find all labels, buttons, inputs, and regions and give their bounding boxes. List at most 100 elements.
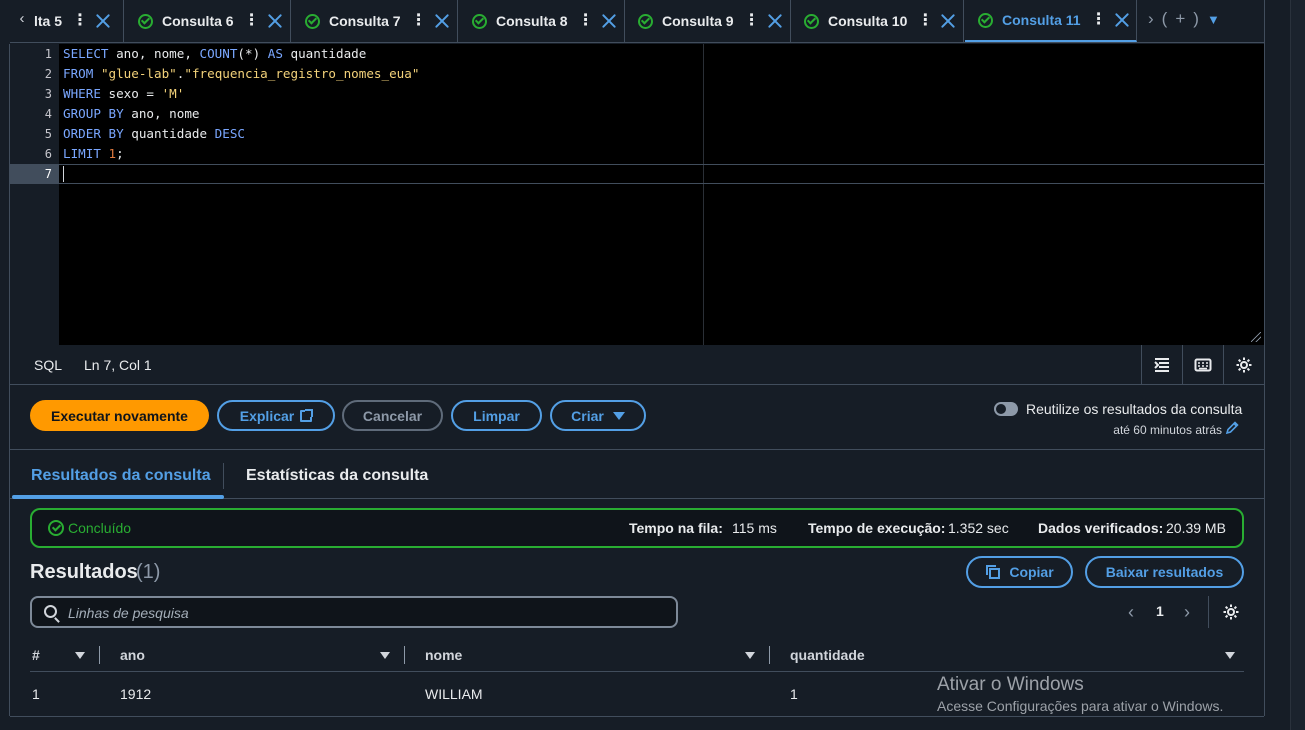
more-vertical-icon[interactable]: ⋮: [578, 13, 594, 29]
reuse-results-toggle[interactable]: [994, 402, 1018, 416]
column-divider[interactable]: [769, 646, 770, 664]
create-button-label: Criar: [571, 407, 604, 424]
code-line-5: ORDER BY quantidade DESC: [63, 126, 246, 141]
cancel-button[interactable]: Cancelar: [342, 400, 443, 431]
close-icon[interactable]: [941, 14, 955, 28]
column-header-ano[interactable]: ano: [120, 647, 145, 663]
chevron-left-icon[interactable]: ‹: [14, 8, 30, 30]
resize-handle-icon[interactable]: [1251, 332, 1261, 342]
status-text: Concluído: [68, 520, 132, 536]
check-circle-icon: [978, 12, 993, 28]
more-vertical-icon[interactable]: ⋮: [744, 13, 760, 29]
cell-ano: 1912: [120, 686, 152, 702]
caret-down-icon: [612, 411, 625, 420]
active-tab-indicator: [12, 495, 224, 499]
tab-label: Consulta 6: [162, 13, 234, 29]
copy-button-label: Copiar: [1009, 564, 1054, 580]
tab-consulta-9[interactable]: Consulta 9 ⋮: [625, 0, 791, 42]
close-icon[interactable]: [268, 14, 282, 28]
column-divider[interactable]: [99, 646, 100, 664]
results-heading: Resultados: [30, 561, 138, 583]
copy-button[interactable]: Copiar: [966, 556, 1073, 588]
code-line-1: SELECT ano, nome, COUNT(*) AS quantidade: [63, 46, 367, 61]
language-indicator: SQL: [34, 357, 63, 373]
close-icon[interactable]: [602, 14, 616, 28]
tab-divider: [223, 463, 224, 489]
keyboard-icon[interactable]: [1182, 345, 1223, 385]
code-line-6: LIMIT 1;: [63, 146, 124, 161]
search-rows-field[interactable]: [30, 596, 678, 628]
tab-label: Consulta 10: [828, 13, 908, 29]
more-vertical-icon[interactable]: ⋮: [244, 13, 260, 29]
more-vertical-icon[interactable]: ⋮: [917, 13, 933, 29]
sql-editor[interactable]: 1 2 3 4 5 6 7 SELECT ano, nome, COUNT(*)…: [10, 44, 1264, 345]
tab-tools: › ( + ) ▼: [1148, 8, 1228, 30]
close-icon[interactable]: [1115, 13, 1129, 27]
check-circle-icon: [638, 13, 653, 29]
chevron-right-icon[interactable]: ›: [1148, 9, 1154, 29]
chevron-left-icon[interactable]: ‹: [1128, 600, 1134, 624]
tab-consulta-10[interactable]: Consulta 10 ⋮: [791, 0, 964, 42]
page-number[interactable]: 1: [1156, 603, 1164, 619]
tab-tools-paren-open: (: [1161, 9, 1168, 28]
tab-consulta-11[interactable]: Consulta 11 ⋮: [965, 0, 1137, 42]
clear-button[interactable]: Limpar: [451, 400, 542, 431]
window-scroll-rail[interactable]: [1290, 0, 1305, 730]
column-divider[interactable]: [404, 646, 405, 664]
search-input[interactable]: [68, 603, 668, 623]
windows-activation-subtitle: Acesse Configurações para ativar o Windo…: [937, 698, 1224, 714]
sort-caret-icon[interactable]: [75, 652, 85, 659]
tab-consulta-7[interactable]: Consulta 7 ⋮: [292, 0, 458, 42]
settings-gear-icon[interactable]: [1223, 345, 1264, 385]
close-icon[interactable]: [435, 14, 449, 28]
external-link-icon: [300, 408, 314, 422]
tab-label: Consulta 8: [496, 13, 568, 29]
sort-caret-icon[interactable]: [745, 652, 755, 659]
more-vertical-icon[interactable]: ⋮: [1091, 12, 1107, 28]
tab-consulta-6[interactable]: Consulta 6 ⋮: [125, 0, 291, 42]
code-line-4: GROUP BY ano, nome: [63, 106, 200, 121]
tab-consulta-5[interactable]: lta 5 ⋮: [34, 0, 124, 42]
line-number: 2: [44, 67, 52, 81]
sort-caret-icon[interactable]: [380, 652, 390, 659]
tab-query-results[interactable]: Resultados da consulta: [31, 467, 211, 485]
editor-status-bar: SQL Ln 7, Col 1: [10, 345, 1264, 385]
more-vertical-icon[interactable]: ⋮: [72, 13, 88, 29]
check-circle-icon: [472, 13, 487, 29]
code-line-3: WHERE sexo = 'M': [63, 86, 185, 101]
create-button[interactable]: Criar: [550, 400, 646, 431]
close-icon[interactable]: [768, 14, 782, 28]
results-table-header: # ano nome quantidade: [30, 640, 1244, 672]
line-number-current: 7: [10, 164, 59, 184]
tab-consulta-8[interactable]: Consulta 8 ⋮: [459, 0, 625, 42]
cell-nome: WILLIAM: [425, 686, 483, 702]
explain-button[interactable]: Explicar: [217, 400, 335, 431]
data-scanned-label: Dados verificados:: [1038, 520, 1164, 536]
exec-time-value: 1.352 sec: [948, 520, 1009, 536]
line-number-gutter: 1 2 3 4 5 6 7: [10, 44, 59, 345]
sort-caret-icon[interactable]: [1225, 652, 1235, 659]
column-header-nome[interactable]: nome: [425, 647, 462, 663]
queue-time-value: 115 ms: [732, 520, 777, 536]
tab-tools-paren-close: ): [1193, 9, 1199, 28]
exec-time-label: Tempo de execução:: [808, 520, 946, 536]
explain-button-label: Explicar: [239, 407, 295, 424]
chevron-right-icon[interactable]: ›: [1184, 600, 1190, 624]
tab-label: Consulta 7: [329, 13, 401, 29]
caret-down-icon[interactable]: ▼: [1207, 12, 1220, 27]
close-icon[interactable]: [96, 14, 110, 28]
add-tab-icon[interactable]: +: [1175, 9, 1185, 29]
text-cursor: [63, 166, 64, 182]
column-header-quantidade[interactable]: quantidade: [790, 647, 865, 663]
run-again-button[interactable]: Executar novamente: [30, 400, 209, 431]
line-number: 5: [44, 127, 52, 141]
table-settings-gear-icon[interactable]: [1222, 603, 1240, 621]
query-actions: Executar novamente Explicar Cancelar Lim…: [10, 386, 1264, 450]
edit-pencil-icon[interactable]: [1225, 421, 1239, 435]
tab-query-stats[interactable]: Estatísticas da consulta: [246, 467, 428, 485]
more-vertical-icon[interactable]: ⋮: [411, 13, 427, 29]
check-circle-icon: [48, 520, 64, 536]
format-query-icon[interactable]: [1141, 345, 1182, 385]
download-results-button[interactable]: Baixar resultados: [1085, 556, 1244, 588]
column-header-index: #: [32, 647, 40, 663]
